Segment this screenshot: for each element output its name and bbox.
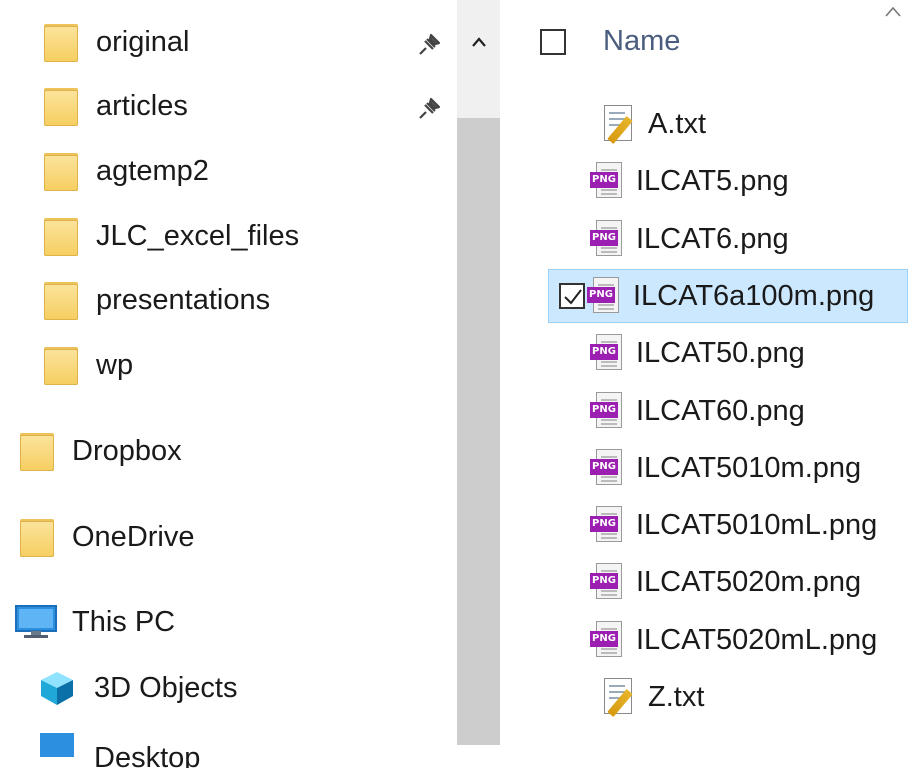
- file-name: ILCAT6.png: [636, 223, 789, 256]
- chevron-up-icon: [471, 36, 487, 48]
- nav-item-label: 3D Objects: [94, 672, 237, 705]
- file-row[interactable]: PNG ILCAT6.png: [548, 212, 908, 266]
- nav-item-label: OneDrive: [72, 521, 195, 554]
- file-name: ILCAT5.png: [636, 165, 789, 198]
- nav-item-label: Desktop: [94, 742, 200, 768]
- file-row[interactable]: PNG ILCAT5.png: [548, 154, 908, 208]
- file-row[interactable]: Z.txt: [548, 670, 908, 724]
- file-name: ILCAT5020m.png: [636, 566, 861, 599]
- nav-item-onedrive[interactable]: OneDrive: [20, 509, 195, 565]
- nav-item-label: original: [96, 26, 190, 59]
- text-file-icon: [602, 105, 636, 143]
- nav-item-3d-objects[interactable]: 3D Objects: [38, 660, 237, 716]
- nav-item-this-pc[interactable]: This PC: [14, 594, 175, 650]
- file-row[interactable]: PNG ILCAT5010m.png: [548, 441, 908, 495]
- select-all-checkbox[interactable]: [540, 29, 566, 55]
- nav-scrollbar[interactable]: [457, 0, 500, 745]
- png-file-icon: PNG: [590, 220, 624, 258]
- nav-item-label: This PC: [72, 606, 175, 639]
- nav-item-label: JLC_excel_files: [96, 220, 299, 253]
- scroll-thumb[interactable]: [457, 118, 500, 745]
- folder-icon: [44, 151, 78, 191]
- png-file-icon: PNG: [590, 621, 624, 659]
- file-name: A.txt: [648, 108, 706, 141]
- nav-item-label: Dropbox: [72, 435, 182, 468]
- nav-item-label: agtemp2: [96, 155, 209, 188]
- png-file-icon: PNG: [590, 334, 624, 372]
- png-file-icon: PNG: [590, 392, 624, 430]
- column-header: Name: [500, 0, 913, 88]
- file-name: Z.txt: [648, 681, 704, 714]
- nav-item-label: articles: [96, 90, 188, 123]
- nav-item-wp[interactable]: wp: [44, 337, 133, 393]
- png-file-icon: PNG: [587, 277, 621, 315]
- nav-item-presentations[interactable]: presentations: [44, 272, 270, 328]
- file-name: ILCAT5010mL.png: [636, 509, 877, 542]
- folder-icon: [44, 216, 78, 256]
- file-name: ILCAT5010m.png: [636, 452, 861, 485]
- png-file-icon: PNG: [590, 506, 624, 544]
- 3d-objects-icon: [38, 669, 76, 707]
- nav-item-original[interactable]: original: [44, 14, 190, 70]
- pin-icon[interactable]: [418, 30, 444, 56]
- sort-ascending-icon: [883, 4, 903, 20]
- scroll-up-button[interactable]: [457, 20, 500, 64]
- row-checkbox[interactable]: [559, 283, 585, 309]
- folder-icon: [44, 86, 78, 126]
- file-name: ILCAT6a100m.png: [633, 280, 874, 313]
- checkmark-icon: [562, 286, 584, 308]
- pin-icon[interactable]: [418, 94, 444, 120]
- nav-item-desktop[interactable]: Desktop: [38, 728, 200, 768]
- navigation-pane: original articles agtemp2 JLC_excel_file…: [0, 0, 500, 745]
- folder-icon: [44, 22, 78, 62]
- name-column-header[interactable]: Name: [603, 25, 680, 58]
- folder-icon: [20, 517, 54, 557]
- file-row[interactable]: A.txt: [548, 97, 908, 151]
- nav-item-articles[interactable]: articles: [44, 78, 188, 134]
- file-list-pane: Name A.txt PNG ILCAT5.png PNG ILCAT6.png PNG I…: [500, 0, 913, 745]
- folder-icon: [44, 280, 78, 320]
- png-file-icon: PNG: [590, 162, 624, 200]
- nav-item-agtemp2[interactable]: agtemp2: [44, 143, 209, 199]
- file-row[interactable]: PNG ILCAT6a100m.png: [548, 269, 908, 323]
- text-file-icon: [602, 678, 636, 716]
- file-name: ILCAT50.png: [636, 337, 805, 370]
- file-row[interactable]: PNG ILCAT60.png: [548, 384, 908, 438]
- nav-item-label: presentations: [96, 284, 270, 317]
- nav-item-label: wp: [96, 349, 133, 382]
- file-row[interactable]: PNG ILCAT5020mL.png: [548, 613, 908, 667]
- folder-icon: [44, 345, 78, 385]
- file-name: ILCAT60.png: [636, 395, 805, 428]
- png-file-icon: PNG: [590, 563, 624, 601]
- nav-item-dropbox[interactable]: Dropbox: [20, 423, 182, 479]
- desktop-icon: [38, 729, 76, 767]
- file-row[interactable]: PNG ILCAT5020m.png: [548, 555, 908, 609]
- png-file-icon: PNG: [590, 449, 624, 487]
- computer-icon: [14, 604, 58, 640]
- file-name: ILCAT5020mL.png: [636, 624, 877, 657]
- file-row[interactable]: PNG ILCAT5010mL.png: [548, 498, 908, 552]
- nav-item-jlc-excel-files[interactable]: JLC_excel_files: [44, 208, 299, 264]
- file-row[interactable]: PNG ILCAT50.png: [548, 326, 908, 380]
- folder-icon: [20, 431, 54, 471]
